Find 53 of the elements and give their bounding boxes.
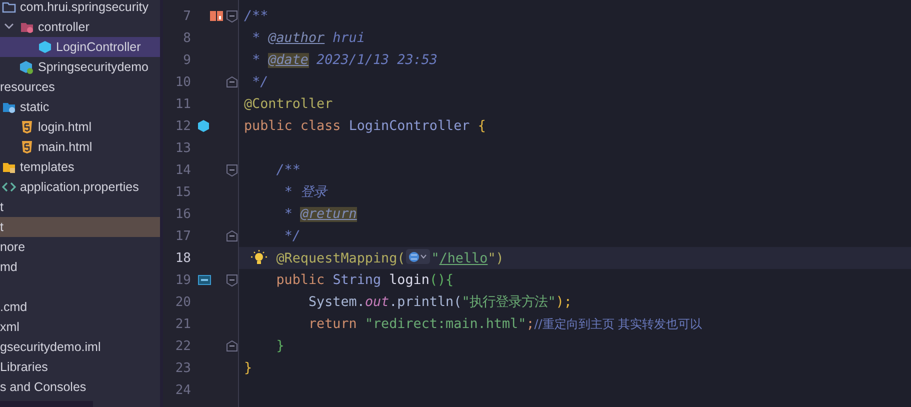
tree-item[interactable]: t	[0, 197, 160, 217]
line-number: 22	[174, 338, 191, 354]
line-number: 12	[174, 118, 191, 134]
line-number: 7	[182, 8, 191, 24]
line-number: 21	[174, 316, 191, 332]
tree-item[interactable]: nore	[0, 237, 160, 257]
tree-item[interactable]: s and Consoles	[0, 377, 160, 397]
line-number: 16	[174, 206, 191, 222]
line-number: 20	[174, 294, 191, 310]
code-line: }	[276, 338, 284, 354]
line-number: 17	[174, 228, 191, 244]
tree-item[interactable]: Libraries	[0, 357, 160, 377]
tree-item[interactable]: xml	[0, 317, 160, 337]
tree-item[interactable]: t	[0, 217, 160, 237]
tree-item[interactable]: controller	[0, 17, 160, 37]
tree-item[interactable]: gsecuritydemo.iml	[0, 337, 160, 357]
line-number: 15	[174, 184, 191, 200]
code-line: * @return	[284, 206, 357, 222]
code-line: @Controller	[244, 96, 333, 112]
code-line: /**	[244, 8, 268, 24]
code-line: * @author hrui	[252, 30, 365, 46]
code-line: public class LoginController {	[244, 118, 486, 134]
code-line: * @date 2023/1/13 23:53	[252, 52, 438, 68]
line-number: 8	[182, 30, 191, 46]
tree-item[interactable]: resources	[0, 77, 160, 97]
tree-item[interactable]: main.html	[0, 137, 160, 157]
code-line: System.out.println("执行登录方法");	[308, 294, 572, 311]
tree-item[interactable]: login.html	[0, 117, 160, 137]
tree-item[interactable]: .cmd	[0, 297, 160, 317]
code-line: }	[244, 360, 252, 376]
line-number: 19	[174, 272, 191, 288]
line-number: 14	[174, 162, 191, 178]
code-line: @RequestMapping( "/hello")	[276, 249, 504, 267]
tree-item[interactable]: com.hrui.springsecurity	[0, 0, 160, 17]
code-line: return "redirect:main.html";//重定向到主页 其实转发也可以	[308, 316, 702, 332]
code-line: /**	[276, 162, 300, 178]
line-number: 23	[174, 360, 191, 376]
line-number: 18	[174, 250, 191, 266]
code-line: */	[252, 74, 268, 90]
tree-item[interactable]: static	[0, 97, 160, 117]
tree-item[interactable]: application.properties	[0, 177, 160, 197]
tree-item[interactable]: Springsecuritydemo	[0, 57, 160, 77]
tree-item[interactable]: LoginController	[0, 37, 160, 57]
code-line: */	[284, 228, 300, 244]
line-number: 24	[174, 382, 191, 398]
line-number: 9	[182, 52, 191, 68]
tree-item[interactable]: md	[0, 257, 160, 277]
line-number: 13	[174, 140, 191, 156]
code-line: * 登录	[284, 184, 326, 201]
line-number: 10	[174, 74, 191, 90]
code-line: public String login(){	[276, 272, 454, 288]
tree-item[interactable]: templates	[0, 157, 160, 177]
line-number: 11	[174, 96, 191, 112]
